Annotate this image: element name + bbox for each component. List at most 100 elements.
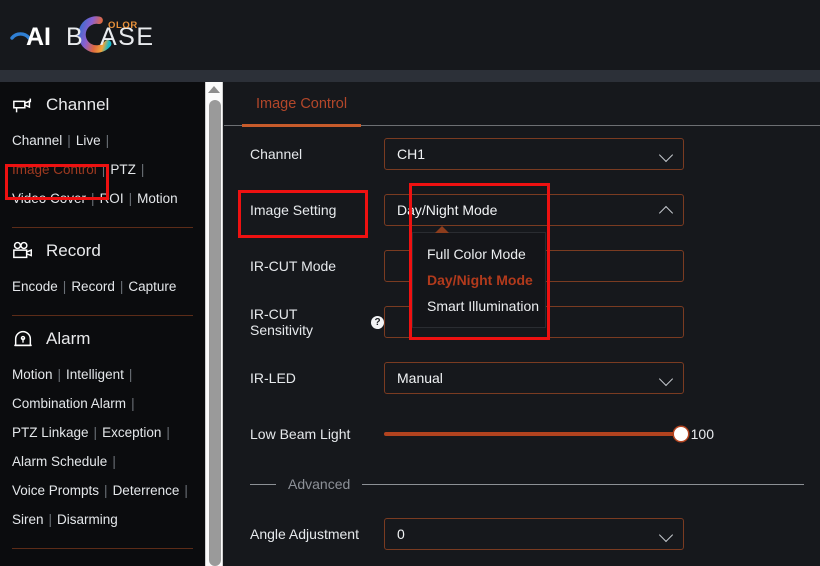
sidebar-section-title: Alarm bbox=[46, 329, 91, 348]
advanced-label: Advanced bbox=[288, 476, 351, 492]
chevron-down-icon bbox=[658, 371, 674, 387]
sidebar-section-header-alarm: Alarm bbox=[0, 316, 205, 360]
sidebar-item-exception[interactable]: Exception bbox=[102, 425, 161, 440]
dropdown-option-day-night-mode[interactable]: Day/Night Mode bbox=[413, 267, 545, 293]
link-separator: | bbox=[140, 162, 145, 177]
svg-text:OLOR: OLOR bbox=[108, 20, 138, 31]
link-separator: | bbox=[128, 367, 133, 382]
sidebar-nav: Channel Channel | Live | Image Control | PTZ |… bbox=[0, 82, 205, 566]
sidebar-links-alarm: Motion | Intelligent | Combination Alarm | P… bbox=[0, 360, 205, 548]
image-setting-select[interactable]: Day/Night Mode bbox=[384, 194, 684, 226]
image-control-form: Channel CH1 Image Setting Day/Night Mode… bbox=[224, 126, 820, 562]
angle-adjustment-value: 0 bbox=[397, 526, 405, 542]
slider-track[interactable] bbox=[384, 427, 688, 441]
sidebar-section-header-record: Record bbox=[0, 228, 205, 272]
sidebar-section-channel: Channel Channel | Live | Image Control | PTZ |… bbox=[0, 82, 205, 228]
slider-value: 100 bbox=[690, 426, 714, 442]
link-separator: | bbox=[119, 279, 124, 294]
label-angle-adjustment: Angle Adjustment bbox=[250, 526, 359, 542]
tab-bar: Image Control bbox=[224, 82, 820, 127]
label-ir-cut-sensitivity-text: IR-CUT Sensitivity bbox=[250, 306, 314, 338]
sidebar-section-title: Record bbox=[46, 241, 101, 260]
header-separator-band bbox=[0, 70, 820, 82]
sidebar-item-video-cover[interactable]: Video Cover bbox=[12, 191, 86, 206]
link-separator: | bbox=[101, 162, 106, 177]
sidebar-item-ptz-linkage[interactable]: PTZ Linkage bbox=[12, 425, 89, 440]
aibase-logo[interactable]: AI B ASE OLOR bbox=[8, 14, 208, 58]
link-separator: | bbox=[62, 279, 67, 294]
sidebar-item-combination-alarm[interactable]: Combination Alarm bbox=[12, 396, 126, 411]
sidebar-item-motion[interactable]: Motion bbox=[12, 367, 53, 382]
sidebar-section-alarm: Alarm Motion | Intelligent | Combination Al… bbox=[0, 316, 205, 549]
link-separator: | bbox=[93, 425, 98, 440]
svg-text:B: B bbox=[66, 23, 84, 51]
chevron-up-icon bbox=[658, 205, 674, 221]
sidebar-item-disarming[interactable]: Disarming bbox=[57, 512, 118, 527]
channel-select-value: CH1 bbox=[397, 146, 426, 162]
ir-led-select[interactable]: Manual bbox=[384, 362, 684, 394]
link-separator: | bbox=[48, 512, 53, 527]
cctv-camera-icon bbox=[13, 98, 32, 113]
tab-image-control[interactable]: Image Control bbox=[242, 82, 362, 127]
label-low-beam-light: Low Beam Light bbox=[250, 426, 351, 442]
angle-adjustment-select[interactable]: 0 bbox=[384, 518, 684, 550]
label-ir-cut-sensitivity: IR-CUT Sensitivity ? bbox=[224, 306, 384, 338]
sidebar-scrollbar[interactable] bbox=[205, 82, 223, 566]
alarm-siren-icon bbox=[14, 331, 32, 347]
channel-select[interactable]: CH1 bbox=[384, 138, 684, 170]
link-separator: | bbox=[166, 425, 170, 440]
sidebar-item-motion[interactable]: Motion bbox=[137, 191, 178, 206]
dropdown-option-smart-illumination[interactable]: Smart Illumination bbox=[413, 293, 545, 319]
low-beam-slider[interactable]: 100 bbox=[384, 418, 714, 450]
label-ir-led: IR-LED bbox=[250, 370, 296, 386]
slider-thumb[interactable] bbox=[673, 427, 688, 441]
link-separator: | bbox=[128, 191, 133, 206]
sidebar-item-roi[interactable]: ROI bbox=[100, 191, 124, 206]
link-separator: | bbox=[67, 133, 71, 148]
sidebar-item-channel[interactable]: Channel bbox=[12, 133, 62, 148]
help-icon[interactable]: ? bbox=[371, 315, 384, 329]
top-bar: AI B ASE OLOR bbox=[0, 0, 820, 70]
sidebar-item-alarm-schedule[interactable]: Alarm Schedule bbox=[12, 454, 107, 469]
link-separator: | bbox=[104, 483, 108, 498]
dropdown-option-full-color-mode[interactable]: Full Color Mode bbox=[413, 241, 545, 267]
label-image-setting: Image Setting bbox=[250, 202, 337, 218]
label-channel: Channel bbox=[250, 146, 303, 162]
sidebar-item-image-control[interactable]: Image Control bbox=[12, 162, 97, 177]
sidebar-item-siren[interactable]: Siren bbox=[12, 512, 44, 527]
sidebar-links-record: Encode | Record | Capture bbox=[0, 272, 205, 315]
sidebar-section-header-channel: Channel bbox=[0, 82, 205, 126]
sidebar-item-capture[interactable]: Capture bbox=[128, 279, 176, 294]
scroll-up-arrow-icon[interactable] bbox=[208, 86, 220, 93]
link-separator: | bbox=[105, 133, 110, 148]
form-row-ir-led: IR-LED Manual bbox=[224, 350, 820, 406]
divider-dash bbox=[250, 483, 276, 485]
sidebar-links-channel: Channel | Live | Image Control | PTZ | Video C… bbox=[0, 126, 205, 227]
sidebar-item-encode[interactable]: Encode bbox=[12, 279, 58, 294]
form-row-low-beam-light: Low Beam Light 100 bbox=[224, 406, 820, 462]
sidebar-item-record[interactable]: Record bbox=[71, 279, 115, 294]
sidebar-item-live[interactable]: Live bbox=[76, 133, 101, 148]
link-separator: | bbox=[184, 483, 188, 498]
sidebar-item-intelligent[interactable]: Intelligent bbox=[66, 367, 124, 382]
logo-svg: AI B ASE OLOR bbox=[10, 16, 153, 53]
chevron-down-icon bbox=[658, 527, 674, 543]
app-window: AI B ASE OLOR Channel Channel | Live | I… bbox=[0, 0, 820, 566]
sidebar-item-voice-prompts[interactable]: Voice Prompts bbox=[12, 483, 99, 498]
svg-text:AI: AI bbox=[26, 23, 51, 51]
sidebar-section-title: Channel bbox=[46, 95, 110, 114]
ir-led-select-value: Manual bbox=[397, 370, 443, 386]
link-separator: | bbox=[91, 191, 95, 206]
link-separator: | bbox=[57, 367, 62, 382]
label-ir-cut-mode: IR-CUT Mode bbox=[250, 258, 337, 274]
form-row-channel: Channel CH1 bbox=[224, 126, 820, 182]
link-separator: | bbox=[112, 454, 116, 469]
sidebar-section-record: Record Encode | Record | Capture bbox=[0, 228, 205, 316]
sidebar-divider bbox=[12, 548, 193, 549]
scrollbar-thumb[interactable] bbox=[209, 100, 221, 566]
image-setting-select-value: Day/Night Mode bbox=[397, 202, 498, 218]
sidebar-item-deterrence[interactable]: Deterrence bbox=[113, 483, 180, 498]
sidebar-item-ptz[interactable]: PTZ bbox=[110, 162, 136, 177]
image-setting-dropdown-menu[interactable]: Full Color Mode Day/Night Mode Smart Ill… bbox=[412, 226, 546, 328]
chevron-down-icon bbox=[658, 147, 674, 163]
